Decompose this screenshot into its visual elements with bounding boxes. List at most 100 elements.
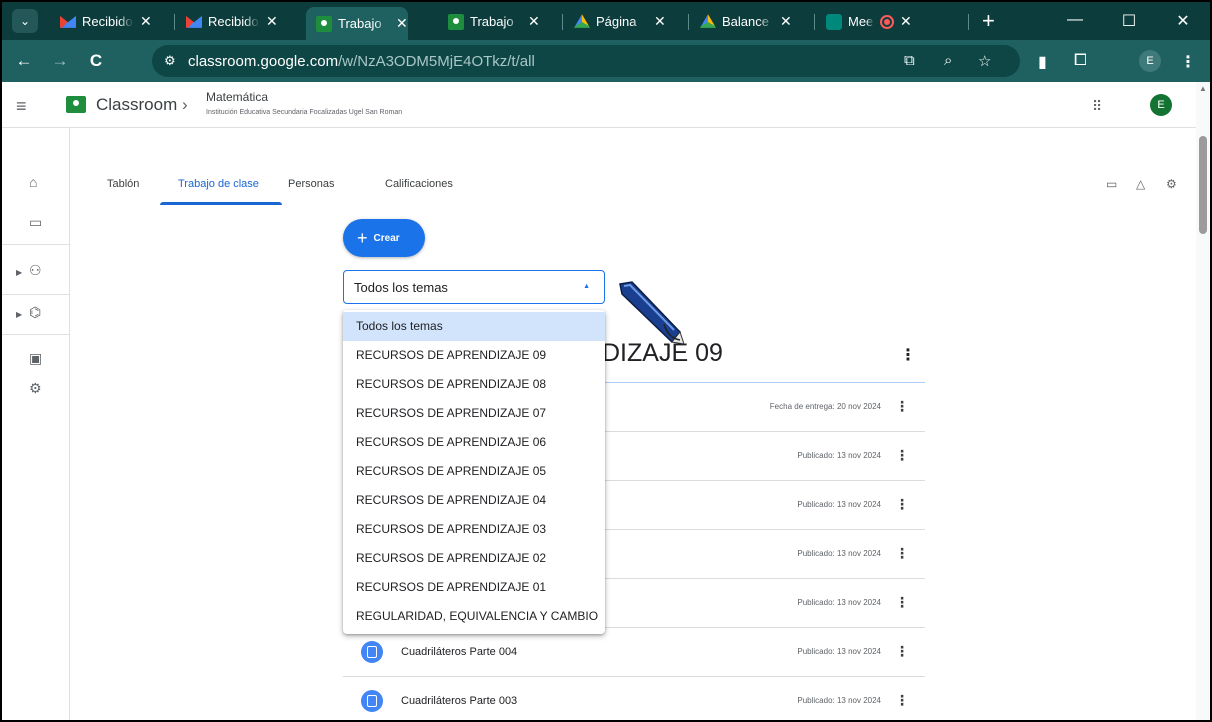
maximize-icon: ☐	[1121, 13, 1137, 30]
topic-option[interactable]: RECURSOS DE APRENDIZAJE 07	[343, 399, 605, 428]
browser-menu-button[interactable]: ⋮	[1180, 52, 1196, 72]
recording-icon	[880, 14, 894, 29]
new-tab-button[interactable]: +	[982, 10, 995, 32]
material-icon	[361, 690, 383, 712]
people-icon[interactable]: ⚇	[29, 262, 42, 279]
classwork-row[interactable]: Cuadriláteros Parte 003 Publicado: 13 no…	[343, 677, 925, 720]
calendar-icon[interactable]: ▭	[1106, 177, 1117, 191]
classroom-header: ≡ Classroom › Matemática Institución Edu…	[2, 82, 1196, 128]
more-vert-icon[interactable]: ⋮	[895, 447, 909, 464]
topic-option[interactable]: RECURSOS DE APRENDIZAJE 02	[343, 544, 605, 573]
browser-tab[interactable]: Recibido ✕	[176, 7, 278, 36]
school-icon[interactable]: ⌬	[29, 304, 41, 321]
browser-tab[interactable]: Recibido ✕	[50, 7, 152, 36]
expand-arrow-icon[interactable]: ▶	[16, 310, 22, 319]
topic-option[interactable]: RECURSOS DE APRENDIZAJE 09	[343, 341, 605, 370]
tab-stream[interactable]: Tablón	[107, 178, 139, 190]
scrollbar-thumb[interactable]	[1199, 136, 1207, 234]
browser-tab[interactable]: Balance ✕	[690, 7, 792, 36]
more-vert-icon[interactable]: ⋮	[895, 692, 909, 709]
classwork-row[interactable]: Cuadriláteros Parte 004 Publicado: 13 no…	[343, 628, 925, 677]
topic-option[interactable]: Todos los temas	[343, 312, 605, 341]
row-meta: Publicado: 13 nov 2024	[797, 647, 881, 656]
archive-icon[interactable]: ▣	[29, 350, 42, 367]
extensions-button[interactable]: ⧠	[1074, 52, 1087, 70]
tab-people[interactable]: Personas	[288, 178, 334, 190]
scroll-up-icon[interactable]: ▲	[1199, 84, 1207, 93]
apps-grid-icon[interactable]: ⠿	[1092, 98, 1102, 115]
profile-button[interactable]: E	[1139, 50, 1161, 72]
row-meta: Publicado: 13 nov 2024	[797, 696, 881, 705]
more-vert-icon[interactable]: ⋮	[895, 545, 909, 562]
site-settings-icon[interactable]: ⚙	[164, 53, 176, 69]
caret-up-icon: ▲	[583, 283, 590, 290]
topic-option[interactable]: RECURSOS DE APRENDIZAJE 03	[343, 515, 605, 544]
forward-button[interactable]: →	[50, 52, 70, 70]
class-name[interactable]: Matemática	[206, 90, 268, 104]
menu-icon[interactable]: ≡	[16, 96, 27, 117]
gear-icon[interactable]: ⚙	[29, 380, 42, 397]
tab-classwork[interactable]: Trabajo de clase	[178, 178, 259, 190]
topic-select[interactable]: Todos los temas ▲	[343, 270, 605, 304]
maximize-button[interactable]: ☐	[1114, 11, 1144, 31]
browser-tab[interactable]: Trabajo ✕	[438, 7, 540, 36]
url-host: classroom.google.com	[188, 53, 339, 70]
topic-option[interactable]: RECURSOS DE APRENDIZAJE 08	[343, 370, 605, 399]
close-icon[interactable]: ✕	[140, 13, 152, 30]
install-app-icon[interactable]: ⧉	[904, 52, 915, 69]
url-path: /w/NzA3ODM5MjE4OTkz/t/all	[338, 53, 535, 70]
topic-option[interactable]: RECURSOS DE APRENDIZAJE 06	[343, 428, 605, 457]
drive-icon[interactable]: △	[1136, 177, 1145, 191]
row-meta: Publicado: 13 nov 2024	[797, 500, 881, 509]
address-bar[interactable]: ⚙ classroom.google.com/w/NzA3ODM5MjE4OTk…	[152, 45, 1020, 77]
browser-tab-active[interactable]: Trabajo ✕	[306, 7, 408, 40]
more-vert-icon[interactable]: ⋮	[895, 594, 909, 611]
calendar-icon[interactable]: ▭	[29, 214, 42, 231]
gear-icon[interactable]: ⚙	[1166, 177, 1177, 191]
close-icon[interactable]: ✕	[266, 13, 278, 30]
arrow-left-icon: ←	[15, 51, 33, 70]
arrow-right-icon: →	[51, 51, 69, 70]
reading-list-button[interactable]: ▮	[1038, 52, 1047, 72]
reload-button[interactable]: C	[86, 52, 106, 70]
close-icon[interactable]: ✕	[654, 13, 666, 30]
tab-label: Trabajo	[470, 14, 514, 29]
app-title[interactable]: Classroom	[96, 95, 177, 115]
tab-label: Página	[596, 14, 637, 29]
more-vert-icon[interactable]: ⋮	[900, 345, 916, 365]
topic-option[interactable]: RECURSOS DE APRENDIZAJE 04	[343, 486, 605, 515]
browser-tab[interactable]: Página ✕	[564, 7, 666, 36]
row-meta: Publicado: 13 nov 2024	[797, 451, 881, 460]
classroom-logo-icon[interactable]	[66, 96, 86, 113]
browser-toolbar: ← → C ⚙ classroom.google.com/w/NzA3ODM5M…	[2, 40, 1210, 82]
topic-option[interactable]: RECURSOS DE APRENDIZAJE 01	[343, 573, 605, 602]
more-vert-icon: ⋮	[1180, 54, 1196, 71]
tab-search-button[interactable]: ⌄	[12, 9, 38, 33]
puzzle-icon: ⧠	[1074, 52, 1087, 69]
minimize-button[interactable]: —	[1060, 11, 1090, 29]
browser-tab[interactable]: Mee ✕	[816, 7, 912, 36]
topic-option[interactable]: REGULARIDAD, EQUIVALENCIA Y CAMBIO	[343, 602, 605, 631]
expand-arrow-icon[interactable]: ▶	[16, 268, 22, 277]
zoom-icon[interactable]: ⌕	[944, 52, 952, 69]
close-icon[interactable]: ✕	[780, 13, 792, 30]
close-icon[interactable]: ✕	[900, 13, 912, 30]
star-icon[interactable]: ☆	[978, 52, 991, 70]
close-window-button[interactable]: ✕	[1168, 11, 1198, 31]
left-rail: ⌂ ▭ ▶ ⚇ ▶ ⌬ ▣ ⚙	[2, 128, 70, 720]
create-button[interactable]: + Crear	[343, 219, 425, 257]
page-scrollbar[interactable]: ▲	[1196, 82, 1210, 720]
home-icon[interactable]: ⌂	[29, 174, 37, 190]
more-vert-icon[interactable]: ⋮	[895, 643, 909, 660]
more-vert-icon[interactable]: ⋮	[895, 398, 909, 415]
more-vert-icon[interactable]: ⋮	[895, 496, 909, 513]
close-icon[interactable]: ✕	[528, 13, 540, 30]
plus-icon: +	[357, 227, 368, 248]
back-button[interactable]: ←	[14, 52, 34, 70]
topic-option[interactable]: RECURSOS DE APRENDIZAJE 05	[343, 457, 605, 486]
avatar[interactable]: E	[1150, 94, 1172, 116]
tab-grades[interactable]: Calificaciones	[385, 178, 453, 190]
row-meta: Publicado: 13 nov 2024	[797, 598, 881, 607]
meet-icon	[826, 13, 842, 30]
close-icon[interactable]: ✕	[396, 15, 408, 32]
